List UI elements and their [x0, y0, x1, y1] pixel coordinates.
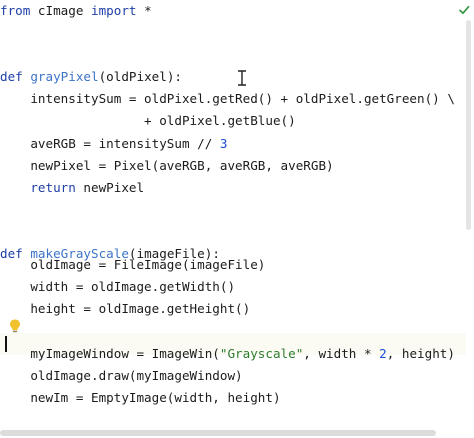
code-line-1[interactable]: from cImage import * [0, 0, 152, 22]
code-line-19[interactable]: newIm = EmptyImage(width, height) [0, 387, 280, 409]
code-line-14[interactable]: width = oldImage.getWidth() [0, 276, 235, 298]
code-line-17[interactable]: myImageWindow = ImageWin("Grayscale", wi… [0, 343, 455, 365]
code-line-18[interactable]: oldImage.draw(myImageWindow) [0, 365, 242, 387]
horizontal-scrollbar[interactable] [0, 430, 436, 436]
code-line-4[interactable]: def grayPixel(oldPixel): [0, 66, 182, 88]
code-line-15[interactable]: height = oldImage.getHeight() [0, 298, 250, 320]
lightbulb-icon[interactable] [8, 318, 22, 334]
text-cursor-icon [238, 70, 246, 86]
vertical-scrollbar[interactable] [466, 20, 471, 230]
check-icon[interactable] [458, 4, 470, 16]
code-editor[interactable]: from cImage import * def grayPixel(oldPix… [0, 0, 474, 438]
code-line-5[interactable]: intensitySum = oldPixel.getRed() + oldPi… [0, 88, 455, 110]
code-line-7[interactable]: aveRGB = intensitySum // 3 [0, 133, 227, 155]
code-line-13[interactable]: oldImage = FileImage(imageFile) [0, 254, 265, 276]
code-line-6[interactable]: + oldPixel.getBlue() [0, 110, 296, 132]
code-line-9[interactable]: return newPixel [0, 177, 144, 199]
text-caret [5, 336, 7, 352]
code-line-8[interactable]: newPixel = Pixel(aveRGB, aveRGB, aveRGB) [0, 155, 333, 177]
